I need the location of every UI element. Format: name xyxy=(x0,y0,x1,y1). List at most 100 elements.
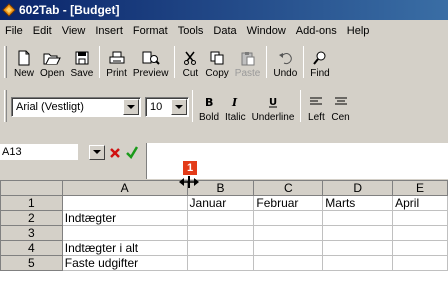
print-label: Print xyxy=(106,68,127,79)
align-center-icon xyxy=(332,94,350,110)
cell[interactable]: Februar xyxy=(253,195,324,211)
chevron-down-icon[interactable] xyxy=(123,99,139,115)
bold-icon: B xyxy=(200,94,218,110)
open-label: Open xyxy=(40,68,65,79)
formula-bar: A13 xyxy=(0,143,448,179)
cell[interactable] xyxy=(322,255,394,271)
toolbar-grip[interactable] xyxy=(4,46,7,78)
paste-clipboard-icon xyxy=(239,50,257,66)
font-size-value: 10 xyxy=(150,101,163,113)
cell[interactable] xyxy=(186,210,255,226)
standard-toolbar: New Open Save Print Preview Cut Copy Pas… xyxy=(0,42,448,82)
cell[interactable]: Marts xyxy=(322,195,394,211)
font-name-select[interactable]: Arial (Vestligt) xyxy=(11,97,141,117)
chevron-down-icon[interactable] xyxy=(171,99,187,115)
align-left-icon xyxy=(307,94,325,110)
cut-label: Cut xyxy=(182,68,199,79)
cell[interactable] xyxy=(392,225,448,241)
underline-button[interactable]: U Underline xyxy=(249,88,298,126)
cell[interactable] xyxy=(186,240,255,256)
window-title: 602Tab - [Budget] xyxy=(19,3,120,17)
cell[interactable] xyxy=(253,240,324,256)
align-left-button[interactable]: Left xyxy=(304,88,328,126)
cancel-entry-icon[interactable] xyxy=(107,144,123,161)
column-header-e[interactable]: E xyxy=(392,180,448,196)
new-button[interactable]: New xyxy=(11,44,37,82)
menu-addons[interactable]: Add-ons xyxy=(291,25,342,37)
cell[interactable] xyxy=(186,255,255,271)
undo-arrow-icon xyxy=(276,50,294,66)
table-row: 5 Faste udgifter xyxy=(0,255,448,271)
cell[interactable] xyxy=(392,255,448,271)
cell[interactable] xyxy=(61,225,188,241)
copy-button[interactable]: Copy xyxy=(202,44,231,82)
title-bar: 602Tab - [Budget] xyxy=(0,0,448,20)
toolbar-grip[interactable] xyxy=(4,90,7,122)
menu-data[interactable]: Data xyxy=(208,25,241,37)
cell[interactable]: Indtægter xyxy=(61,210,188,226)
menu-window[interactable]: Window xyxy=(242,25,291,37)
row-header[interactable]: 2 xyxy=(0,210,63,226)
cell[interactable] xyxy=(392,210,448,226)
cell[interactable] xyxy=(392,240,448,256)
cell[interactable] xyxy=(322,225,394,241)
cut-button[interactable]: Cut xyxy=(178,44,202,82)
menu-tools[interactable]: Tools xyxy=(173,25,209,37)
menu-edit[interactable]: Edit xyxy=(28,25,57,37)
cell[interactable] xyxy=(253,225,324,241)
svg-text:U: U xyxy=(269,97,277,108)
toolbar-separator xyxy=(192,90,193,122)
cell[interactable] xyxy=(322,240,394,256)
cell[interactable]: April xyxy=(392,195,448,211)
new-label: New xyxy=(14,68,35,79)
cell[interactable] xyxy=(61,195,188,211)
italic-button[interactable]: I Italic xyxy=(222,88,249,126)
table-row: 1 Januar Februar Marts April xyxy=(0,195,448,211)
save-button[interactable]: Save xyxy=(67,44,96,82)
cell[interactable]: Faste udgifter xyxy=(61,255,188,271)
svg-text:B: B xyxy=(205,96,213,108)
cell[interactable] xyxy=(322,210,394,226)
menu-insert[interactable]: Insert xyxy=(90,25,128,37)
find-button[interactable]: Find xyxy=(307,44,332,82)
italic-icon: I xyxy=(226,94,244,110)
cell-reference-box[interactable]: A13 xyxy=(0,144,78,160)
chevron-down-icon[interactable] xyxy=(89,145,105,160)
open-button[interactable]: Open xyxy=(37,44,67,82)
select-all-corner[interactable] xyxy=(0,180,63,196)
cell[interactable]: Indtægter i alt xyxy=(61,240,188,256)
menu-help[interactable]: Help xyxy=(342,25,375,37)
row-header[interactable]: 5 xyxy=(0,255,63,271)
cell[interactable] xyxy=(186,225,255,241)
font-size-select[interactable]: 10 xyxy=(145,97,189,117)
bold-label: Bold xyxy=(199,112,220,123)
svg-text:I: I xyxy=(231,96,238,108)
preview-button[interactable]: Preview xyxy=(130,44,172,82)
align-center-button[interactable]: Cen xyxy=(328,88,352,126)
print-button[interactable]: Print xyxy=(103,44,130,82)
column-header-a[interactable]: A xyxy=(61,180,188,196)
menu-view[interactable]: View xyxy=(57,25,91,37)
copy-label: Copy xyxy=(205,68,229,79)
row-header[interactable]: 1 xyxy=(0,195,63,211)
row-header[interactable]: 3 xyxy=(0,225,63,241)
confirm-entry-icon[interactable] xyxy=(124,144,140,161)
find-label: Find xyxy=(310,68,330,79)
spreadsheet-grid: A B C D E 1 Januar Februar Marts April 2… xyxy=(0,180,448,285)
application-window: 602Tab - [Budget] File Edit View Insert … xyxy=(0,0,448,285)
column-header-d[interactable]: D xyxy=(322,180,394,196)
cell[interactable] xyxy=(253,255,324,271)
cell[interactable] xyxy=(253,210,324,226)
paste-button[interactable]: Paste xyxy=(232,44,264,82)
column-header-c[interactable]: C xyxy=(253,180,324,196)
menu-file[interactable]: File xyxy=(0,25,28,37)
bold-button[interactable]: B Bold xyxy=(196,88,222,126)
save-disk-icon xyxy=(73,50,91,66)
menu-format[interactable]: Format xyxy=(128,25,173,37)
underline-icon: U xyxy=(264,94,282,110)
undo-button[interactable]: Undo xyxy=(270,44,300,82)
row-header[interactable]: 4 xyxy=(0,240,63,256)
cell[interactable]: Januar xyxy=(186,195,255,211)
open-folder-icon xyxy=(43,50,62,66)
paste-label: Paste xyxy=(234,68,261,79)
